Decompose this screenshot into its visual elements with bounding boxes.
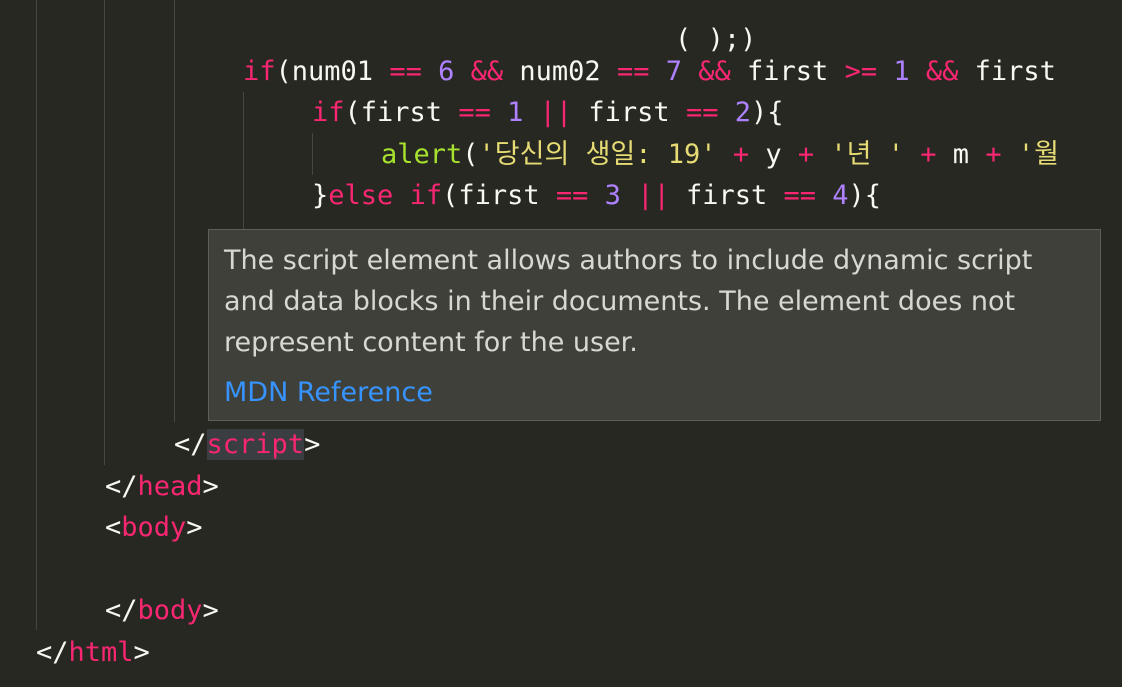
code-token: 1 (893, 56, 910, 87)
code-token: if (312, 97, 345, 128)
code-token: || (539, 97, 573, 128)
code-token: || (637, 180, 670, 211)
code-line-html-close[interactable]: </html> (36, 632, 150, 673)
code-token: html (68, 637, 134, 668)
code-token: 6 (438, 56, 455, 87)
indent-guide (243, 92, 244, 229)
hovered-token: script (206, 429, 305, 460)
code-token: m (936, 139, 986, 170)
code-line-if-num01[interactable]: if(num01 == 6 && num02 == 7 && first >= … (243, 51, 1056, 92)
code-line-alert[interactable]: alert('당신의 생일: 19' + y + '년 ' + m + '월 (381, 134, 1059, 175)
code-token: && (925, 56, 959, 87)
code-token: first (958, 56, 1056, 87)
code-token: } (312, 180, 329, 211)
code-token: if (409, 180, 443, 211)
code-token: + (920, 139, 937, 170)
hover-description: The script element allows authors to inc… (224, 245, 1033, 358)
code-token: (first (344, 97, 459, 128)
code-token: first (669, 180, 784, 211)
code-token: first (730, 56, 845, 87)
indent-guide (36, 0, 37, 630)
code-token: '년 ' (830, 139, 904, 170)
code-token: == (555, 180, 589, 211)
code-token: </ (105, 471, 138, 502)
mdn-reference-link[interactable]: MDN Reference (224, 374, 433, 411)
code-token: '당신의 생일: 19' (478, 139, 717, 170)
code-token: 2 (734, 97, 751, 128)
code-token: + (797, 139, 815, 170)
code-line-if-first[interactable]: if(first == 1 || first == 2){ (312, 92, 784, 133)
code-token: </ (105, 595, 138, 626)
code-token: ( (462, 139, 479, 170)
code-token: 3 (604, 180, 621, 211)
code-token: if (243, 56, 276, 87)
code-token: > (304, 429, 321, 460)
code-token: > (133, 637, 150, 668)
code-token: body (137, 595, 203, 626)
code-line-head-close[interactable]: </head> (105, 466, 219, 507)
indent-guide (174, 0, 175, 422)
code-line-body-open[interactable]: <body> (105, 507, 203, 548)
code-token: > (202, 595, 219, 626)
code-token: == (783, 180, 817, 211)
code-line-partial: ( );) (675, 24, 757, 55)
code-editor[interactable]: ( );) if(num01 == 6 && num02 == 7 && fir… (0, 0, 1122, 687)
code-line-script-close[interactable]: </script> (174, 424, 320, 465)
code-token: ){ (750, 97, 784, 128)
code-token: </ (174, 429, 207, 460)
code-token: == (685, 97, 719, 128)
code-line-else-if[interactable]: }else if(first == 3 || first == 4){ (312, 175, 881, 216)
code-token: y (749, 139, 798, 170)
code-token: + (732, 139, 750, 170)
code-token: && (698, 56, 731, 87)
indent-guide (312, 133, 313, 175)
hover-tooltip: The script element allows authors to inc… (208, 229, 1101, 421)
code-token: (first (442, 180, 556, 211)
code-token: </ (36, 637, 69, 668)
code-token: '월 (1017, 139, 1059, 170)
code-token: alert (381, 139, 463, 170)
code-token: == (389, 56, 422, 87)
code-token: > (202, 471, 219, 502)
code-token: body (121, 512, 187, 543)
code-token: > (186, 512, 203, 543)
code-token: == (458, 97, 491, 128)
code-token: + (985, 139, 1002, 170)
code-line-body-close[interactable]: </body> (105, 590, 219, 631)
code-token: num02 (503, 56, 617, 87)
code-token: 4 (832, 180, 849, 211)
code-token: (num01 (275, 56, 390, 87)
code-token: < (105, 512, 122, 543)
code-token: >= (844, 56, 878, 87)
code-token: ){ (848, 180, 882, 211)
code-token: head (137, 471, 203, 502)
code-token: 1 (507, 97, 524, 128)
code-token: == (616, 56, 650, 87)
code-token: 7 (665, 56, 682, 87)
code-token: && (470, 56, 504, 87)
code-token: first (572, 97, 686, 128)
code-token: else (328, 180, 394, 211)
indent-guide (104, 0, 105, 465)
